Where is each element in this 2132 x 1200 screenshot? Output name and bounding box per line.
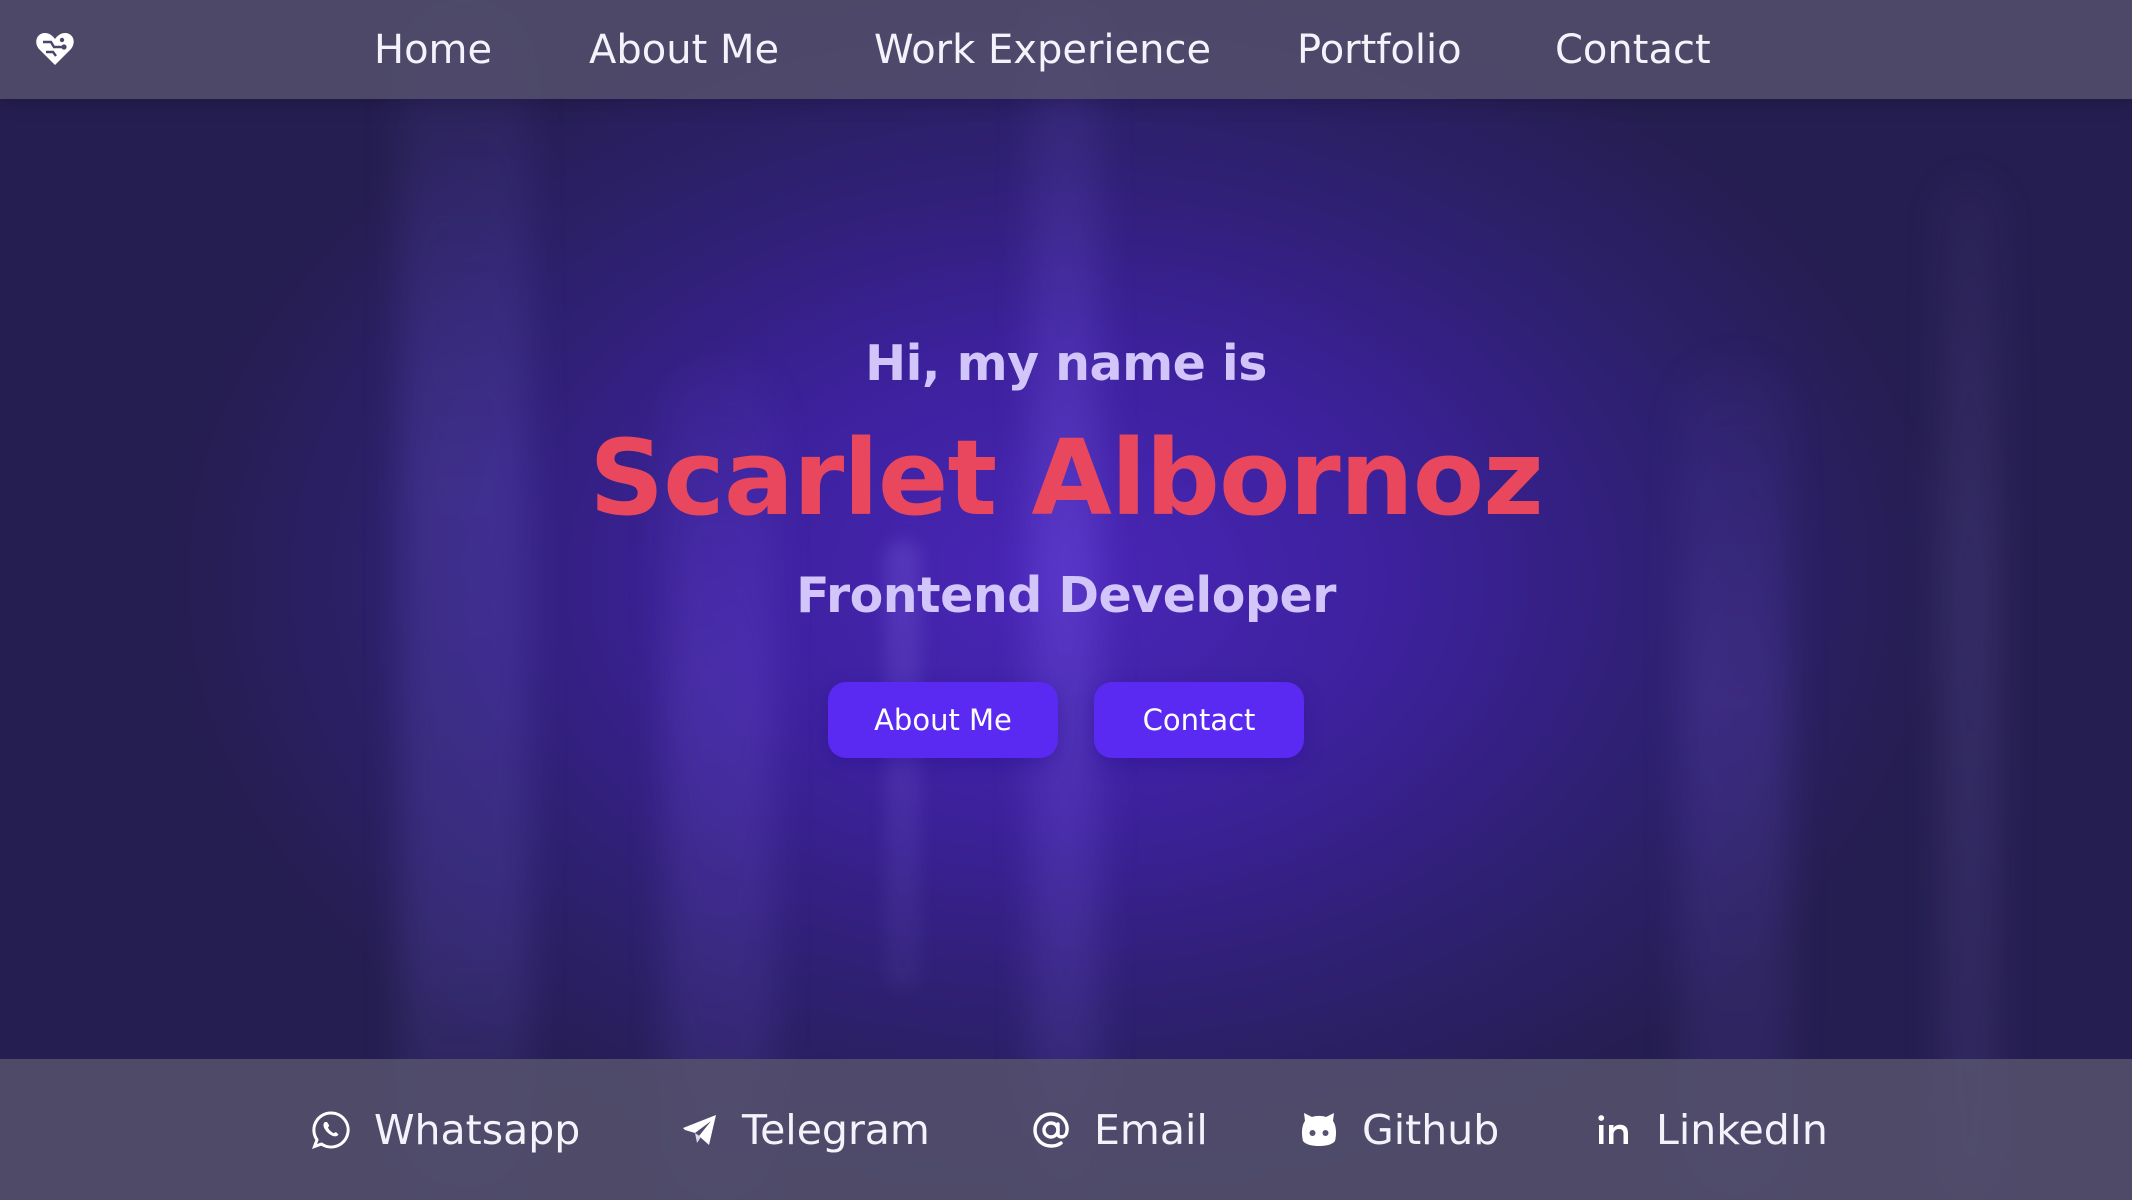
heart-circuit-icon[interactable] [34, 28, 76, 70]
github-label: Github [1362, 1105, 1500, 1154]
telegram-link[interactable]: Telegram [680, 1059, 930, 1200]
whatsapp-icon [310, 1109, 352, 1151]
hero-name: Scarlet Albornoz [589, 417, 1543, 539]
linkedin-label: LinkedIn [1656, 1105, 1828, 1154]
page: Home About Me Work Experience Portfolio … [0, 0, 2132, 1200]
github-icon [1298, 1109, 1340, 1151]
hero-role: Frontend Developer [796, 567, 1336, 624]
social-footer: Whatsapp Telegram Email Github LinkedIn [0, 1059, 2132, 1200]
whatsapp-link[interactable]: Whatsapp [310, 1059, 580, 1200]
nav-contact-link[interactable]: Contact [1555, 0, 1711, 99]
about-me-button[interactable]: About Me [828, 682, 1058, 758]
nav-portfolio-link[interactable]: Portfolio [1297, 0, 1462, 99]
nav-home-link[interactable]: Home [374, 0, 492, 99]
github-link[interactable]: Github [1298, 1059, 1499, 1200]
hero-greeting: Hi, my name is [865, 335, 1267, 392]
hero-section: Hi, my name is Scarlet Albornoz Frontend… [0, 99, 2132, 1059]
linkedin-link[interactable]: LinkedIn [1596, 1059, 1828, 1200]
contact-button[interactable]: Contact [1094, 682, 1304, 758]
at-sign-icon [1030, 1109, 1072, 1151]
whatsapp-label: Whatsapp [374, 1105, 581, 1154]
telegram-label: Telegram [742, 1105, 930, 1154]
linkedin-icon [1596, 1110, 1634, 1150]
top-navbar: Home About Me Work Experience Portfolio … [0, 0, 2132, 99]
telegram-icon [680, 1110, 720, 1150]
nav-about-me-link[interactable]: About Me [589, 0, 779, 99]
nav-work-experience-link[interactable]: Work Experience [874, 0, 1211, 99]
email-link[interactable]: Email [1030, 1059, 1208, 1200]
email-label: Email [1094, 1105, 1208, 1154]
